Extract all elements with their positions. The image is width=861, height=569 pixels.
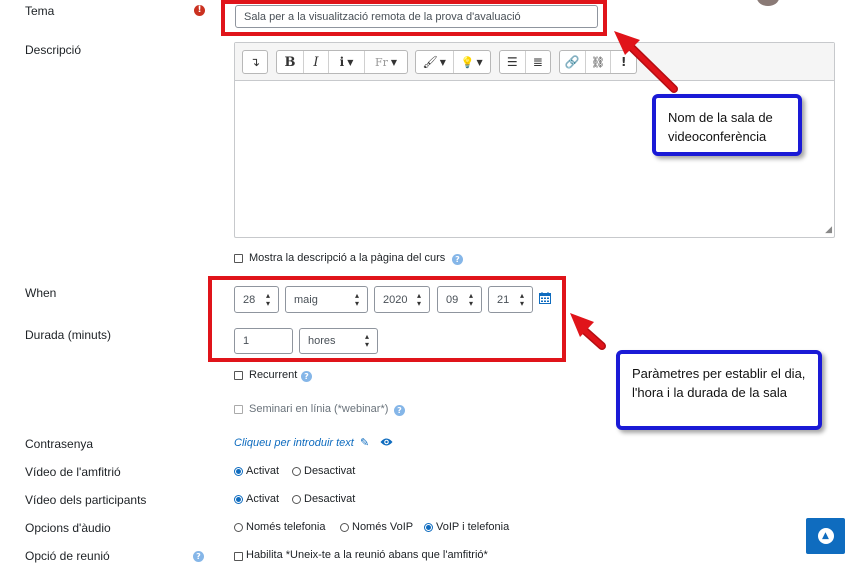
arrow-to-when [570, 313, 606, 350]
back-to-top-button[interactable]: ▲ [806, 518, 845, 554]
arrow-up-icon: ▲ [817, 528, 834, 544]
callout-when: Paràmetres per establir el dia, l'hora i… [616, 350, 822, 430]
arrow-to-tema [614, 31, 678, 93]
annotation-arrows [570, 31, 678, 350]
callout-tema: Nom de la sala de videoconferència [652, 94, 802, 156]
